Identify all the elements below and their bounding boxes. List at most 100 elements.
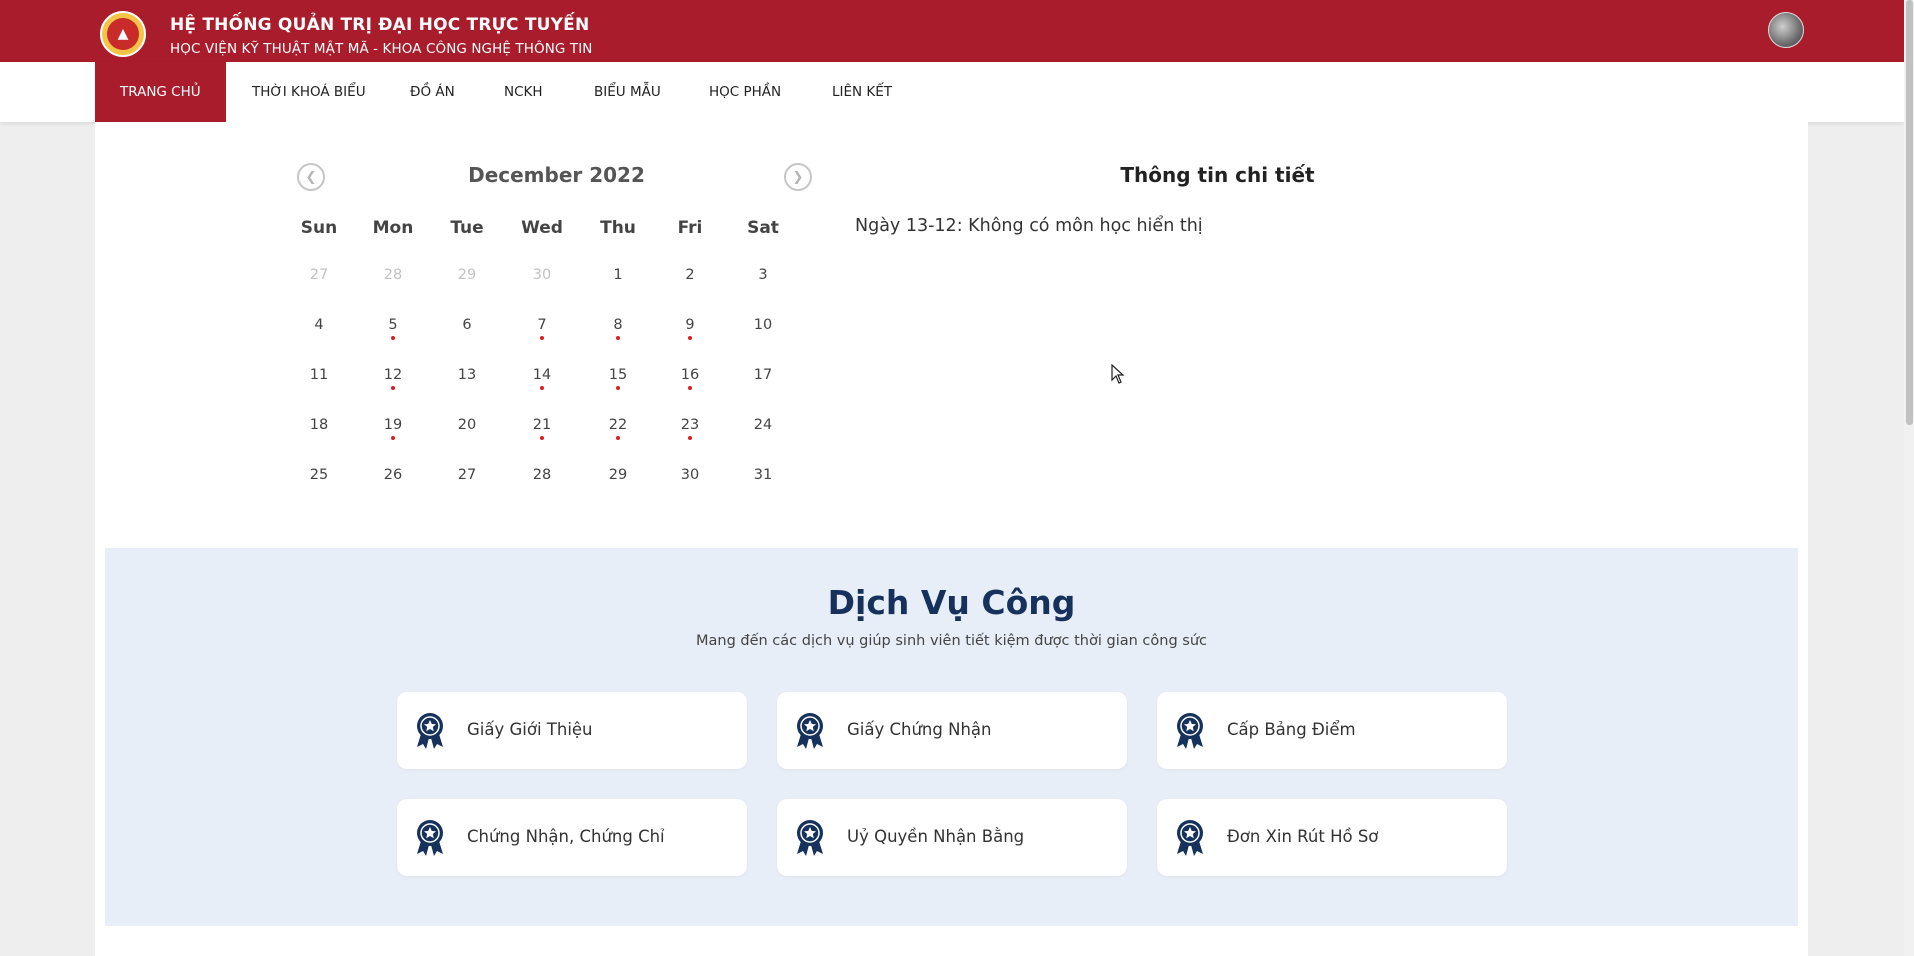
scrollbar-thumb[interactable] [1906,0,1913,425]
services-title: Dịch Vụ Công [827,583,1076,622]
university-logo[interactable]: ▲ [100,11,146,57]
calendar-day[interactable]: 26 [373,458,413,492]
calendar-day[interactable]: 29 [598,458,638,492]
calendar-day[interactable]: 28 [373,258,413,292]
calendar-day[interactable]: 10 [743,308,783,342]
service-card[interactable]: Giấy Chứng Nhận [777,692,1127,769]
mouse-cursor-icon [1111,364,1125,384]
calendar-day[interactable]: 11 [299,358,339,392]
calendar-day[interactable]: 20 [447,408,487,442]
calendar-day-number: 11 [309,367,329,383]
calendar-day-number: 19 [383,417,403,433]
calendar-day-number: 29 [457,267,477,283]
top-header: ▲ HỆ THỐNG QUẢN TRỊ ĐẠI HỌC TRỰC TUYẾN H… [0,0,1904,62]
main-nav: TRANG CHỦ THỜI KHOÁ BIỂU ĐỒ ÁN NCKH BIỂU… [0,62,1904,122]
calendar-day[interactable]: 31 [743,458,783,492]
calendar-day[interactable]: 9 [670,308,710,342]
award-ribbon-icon [794,819,826,857]
nav-item-projects[interactable]: ĐỒ ÁN [385,62,480,122]
calendar-month-label: December 2022 [468,163,645,187]
calendar-day[interactable]: 16 [670,358,710,392]
service-card[interactable]: Chứng Nhận, Chứng Chỉ [397,799,747,876]
calendar-day[interactable]: 1 [598,258,638,292]
event-dot-indicator [616,386,620,390]
calendar-day[interactable]: 23 [670,408,710,442]
calendar-day[interactable]: 3 [743,258,783,292]
calendar-next-button[interactable]: ❯ [784,163,812,191]
calendar-day-number: 27 [309,267,329,283]
calendar-day-number: 30 [532,267,552,283]
service-card-label: Giấy Giới Thiệu [467,720,593,739]
calendar-day-selected[interactable]: 13 [447,358,487,392]
calendar-day-number: 1 [613,267,623,283]
award-ribbon-icon [794,712,826,750]
event-dot-indicator [391,336,395,340]
event-dot-indicator [616,436,620,440]
weekday-label: Mon [372,218,414,238]
nav-item-forms[interactable]: BIỂU MẪU [569,62,686,122]
calendar-day-number: 14 [532,367,552,383]
calendar-day-number: 28 [532,467,552,483]
services-subtitle: Mang đến các dịch vụ giúp sinh viên tiết… [695,633,1207,649]
detail-text: Ngày 13-12: Không có môn học hiển thị [855,216,1203,236]
service-card[interactable]: Đơn Xin Rút Hồ Sơ [1157,799,1507,876]
calendar-day[interactable]: 17 [743,358,783,392]
event-dot-indicator [391,386,395,390]
calendar-day[interactable]: 2 [670,258,710,292]
calendar-day[interactable]: 22 [598,408,638,442]
weekday-label: Wed [521,218,563,238]
calendar-day[interactable]: 6 [447,308,487,342]
calendar-day[interactable]: 12 [373,358,413,392]
calendar-day[interactable]: 5 [373,308,413,342]
calendar-day-number: 24 [753,417,773,433]
service-card-label: Uỷ Quyền Nhận Bằng [847,827,1025,846]
calendar-day[interactable]: 8 [598,308,638,342]
calendar-day-number: 13 [457,367,477,383]
event-dot-indicator [688,336,692,340]
service-card[interactable]: Cấp Bảng Điểm [1157,692,1507,769]
calendar-day[interactable]: 24 [743,408,783,442]
calendar-day[interactable]: 18 [299,408,339,442]
event-dot-indicator [540,386,544,390]
calendar-day[interactable]: 21 [522,408,562,442]
system-subtitle: HỌC VIỆN KỸ THUẬT MẬT MÃ - KHOA CÔNG NGH… [170,41,593,57]
nav-item-links[interactable]: LIÊN KẾT [807,62,917,122]
calendar-day[interactable]: 28 [522,458,562,492]
calendar-day-number: 17 [753,367,773,383]
calendar-day[interactable]: 30 [670,458,710,492]
calendar-day-number: 16 [680,367,700,383]
user-avatar[interactable] [1768,12,1804,48]
calendar-day-number: 21 [532,417,552,433]
nav-item-home[interactable]: TRANG CHỦ [95,62,226,122]
nav-item-courses[interactable]: HỌC PHẦN [684,62,806,122]
calendar-prev-button[interactable]: ❮ [297,163,325,191]
calendar-day-number: 3 [758,267,768,283]
award-ribbon-icon [414,712,446,750]
service-card[interactable]: Giấy Giới Thiệu [397,692,747,769]
service-card-label: Cấp Bảng Điểm [1227,720,1356,739]
nav-item-research[interactable]: NCKH [479,62,568,122]
calendar-day[interactable]: 19 [373,408,413,442]
service-card-label: Giấy Chứng Nhận [847,720,992,739]
calendar-day[interactable]: 29 [447,258,487,292]
service-card-label: Đơn Xin Rút Hồ Sơ [1227,827,1379,846]
calendar-day-number: 12 [383,367,403,383]
calendar-day-number: 7 [537,317,547,333]
service-card[interactable]: Uỷ Quyền Nhận Bằng [777,799,1127,876]
calendar-day[interactable]: 7 [522,308,562,342]
calendar-day[interactable]: 30 [522,258,562,292]
calendar-day-number: 27 [457,467,477,483]
calendar-day-number: 10 [753,317,773,333]
calendar-day[interactable]: 14 [522,358,562,392]
calendar-day-number: 30 [680,467,700,483]
weekday-label: Sun [300,218,338,238]
calendar-day[interactable]: 4 [299,308,339,342]
calendar-day-number: 28 [383,267,403,283]
calendar-day[interactable]: 27 [447,458,487,492]
nav-item-timetable[interactable]: THỜI KHOÁ BIỂU [227,62,391,122]
calendar-day-number: 2 [685,267,695,283]
calendar-day[interactable]: 15 [598,358,638,392]
calendar-day[interactable]: 27 [299,258,339,292]
calendar-day-number: 23 [680,417,700,433]
calendar-day[interactable]: 25 [299,458,339,492]
